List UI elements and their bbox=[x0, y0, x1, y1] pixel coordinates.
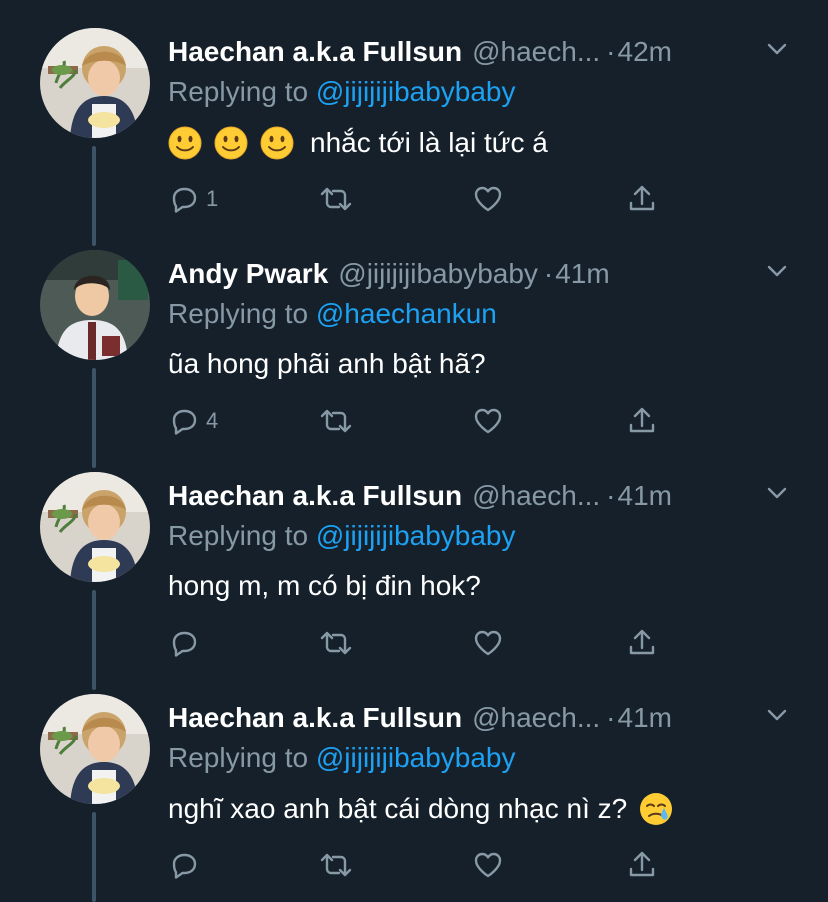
reply-button[interactable] bbox=[168, 848, 200, 882]
thread-line bbox=[92, 368, 96, 468]
slight-smile-emoji bbox=[260, 126, 294, 160]
avatar-haechan bbox=[40, 472, 150, 582]
tweet-header: Haechan a.k.a Fullsun @haech... · 42m bbox=[168, 32, 768, 72]
timestamp[interactable]: 41m bbox=[555, 258, 609, 290]
retweet-button[interactable] bbox=[318, 626, 354, 660]
like-button[interactable] bbox=[472, 626, 504, 660]
like-icon bbox=[472, 849, 504, 881]
tweet-thread: Haechan a.k.a Fullsun @haech... · 42m Re… bbox=[0, 0, 828, 902]
replying-to-label: Replying to bbox=[168, 742, 316, 773]
thread-line bbox=[92, 146, 96, 246]
retweet-button[interactable] bbox=[318, 182, 354, 216]
chevron-down-icon[interactable] bbox=[764, 258, 790, 284]
slight-smile-emoji bbox=[214, 126, 248, 160]
retweet-button[interactable] bbox=[318, 404, 354, 438]
user-handle[interactable]: @haech... bbox=[472, 702, 600, 734]
tweet-actions: 1 bbox=[168, 182, 688, 216]
avatar[interactable] bbox=[40, 694, 150, 804]
reply-icon bbox=[168, 627, 200, 659]
reply-icon bbox=[168, 405, 200, 437]
tweet-body: hong m, m có bị đin hok? bbox=[168, 570, 481, 601]
reply-icon bbox=[168, 183, 200, 215]
replying-to-label: Replying to bbox=[168, 520, 316, 551]
tweet-text: nghĩ xao anh bật cái dòng nhạc nì z? bbox=[168, 792, 685, 826]
like-icon bbox=[472, 627, 504, 659]
retweet-icon bbox=[318, 849, 354, 881]
replying-to-label: Replying to bbox=[168, 298, 316, 329]
tweet-actions bbox=[168, 848, 688, 882]
tweet-text: hong m, m có bị đin hok? bbox=[168, 570, 481, 602]
share-button[interactable] bbox=[626, 404, 658, 438]
user-handle[interactable]: @jijijijibabybaby bbox=[338, 258, 538, 290]
reply-count: 1 bbox=[206, 186, 219, 211]
mention-link[interactable]: @jijijijibabybaby bbox=[316, 520, 516, 551]
replying-to: Replying to @jijijijibabybaby bbox=[168, 76, 516, 108]
avatar-haechan bbox=[40, 28, 150, 138]
chevron-down-icon[interactable] bbox=[764, 702, 790, 728]
like-button[interactable] bbox=[472, 404, 504, 438]
reply-button[interactable] bbox=[168, 626, 200, 660]
reply-icon bbox=[168, 849, 200, 881]
share-icon bbox=[626, 849, 658, 881]
retweet-icon bbox=[318, 405, 354, 437]
tweet-body: ũa hong phãi anh bật hã? bbox=[168, 348, 486, 379]
reply-button[interactable]: 1 bbox=[168, 182, 218, 216]
share-button[interactable] bbox=[626, 182, 658, 216]
retweet-icon bbox=[318, 627, 354, 659]
avatar[interactable] bbox=[40, 250, 150, 360]
retweet-button[interactable] bbox=[318, 848, 354, 882]
tweet-body: nghĩ xao anh bật cái dòng nhạc nì z? bbox=[168, 793, 628, 824]
display-name[interactable]: Haechan a.k.a Fullsun bbox=[168, 480, 462, 512]
thread-line bbox=[92, 590, 96, 690]
tweet-header: Andy Pwark @jijijijibabybaby · 41m bbox=[168, 254, 768, 294]
reply-button[interactable]: 4 bbox=[168, 404, 218, 438]
tweet-header: Haechan a.k.a Fullsun @haech... · 41m bbox=[168, 698, 768, 738]
avatar[interactable] bbox=[40, 472, 150, 582]
share-button[interactable] bbox=[626, 848, 658, 882]
tweet-body: nhắc tới là lại tức á bbox=[310, 127, 548, 158]
share-icon bbox=[626, 405, 658, 437]
tweet-text: ũa hong phãi anh bật hã? bbox=[168, 348, 486, 380]
avatar[interactable] bbox=[40, 28, 150, 138]
reply-count: 4 bbox=[206, 408, 219, 433]
display-name[interactable]: Haechan a.k.a Fullsun bbox=[168, 702, 462, 734]
like-icon bbox=[472, 183, 504, 215]
replying-to: Replying to @jijijijibabybaby bbox=[168, 742, 516, 774]
replying-to-label: Replying to bbox=[168, 76, 316, 107]
separator-dot: · bbox=[606, 480, 616, 511]
tweet-actions bbox=[168, 626, 688, 660]
retweet-icon bbox=[318, 183, 354, 215]
share-button[interactable] bbox=[626, 626, 658, 660]
timestamp[interactable]: 42m bbox=[618, 36, 672, 68]
slight-smile-emoji bbox=[168, 126, 202, 160]
share-icon bbox=[626, 627, 658, 659]
display-name[interactable]: Haechan a.k.a Fullsun bbox=[168, 36, 462, 68]
tweet-actions: 4 bbox=[168, 404, 688, 438]
separator-dot: · bbox=[606, 702, 616, 733]
tweet-text: nhắc tới là lại tức á bbox=[168, 126, 548, 160]
timestamp[interactable]: 41m bbox=[618, 480, 672, 512]
like-button[interactable] bbox=[472, 182, 504, 216]
avatar-andy bbox=[40, 250, 150, 360]
tweet-header: Haechan a.k.a Fullsun @haech... · 41m bbox=[168, 476, 768, 516]
replying-to: Replying to @haechankun bbox=[168, 298, 497, 330]
separator-dot: · bbox=[606, 36, 616, 67]
chevron-down-icon[interactable] bbox=[764, 480, 790, 506]
timestamp[interactable]: 41m bbox=[618, 702, 672, 734]
like-icon bbox=[472, 405, 504, 437]
chevron-down-icon[interactable] bbox=[764, 36, 790, 62]
share-icon bbox=[626, 183, 658, 215]
thread-line bbox=[92, 812, 96, 902]
display-name[interactable]: Andy Pwark bbox=[168, 258, 328, 290]
mention-link[interactable]: @jijijijibabybaby bbox=[316, 742, 516, 773]
mention-link[interactable]: @haechankun bbox=[316, 298, 497, 329]
user-handle[interactable]: @haech... bbox=[472, 36, 600, 68]
avatar-haechan bbox=[40, 694, 150, 804]
user-handle[interactable]: @haech... bbox=[472, 480, 600, 512]
separator-dot: · bbox=[543, 258, 554, 289]
like-button[interactable] bbox=[472, 848, 504, 882]
replying-to: Replying to @jijijijibabybaby bbox=[168, 520, 516, 552]
mention-link[interactable]: @jijijijibabybaby bbox=[316, 76, 516, 107]
crying-face-emoji bbox=[639, 792, 673, 826]
